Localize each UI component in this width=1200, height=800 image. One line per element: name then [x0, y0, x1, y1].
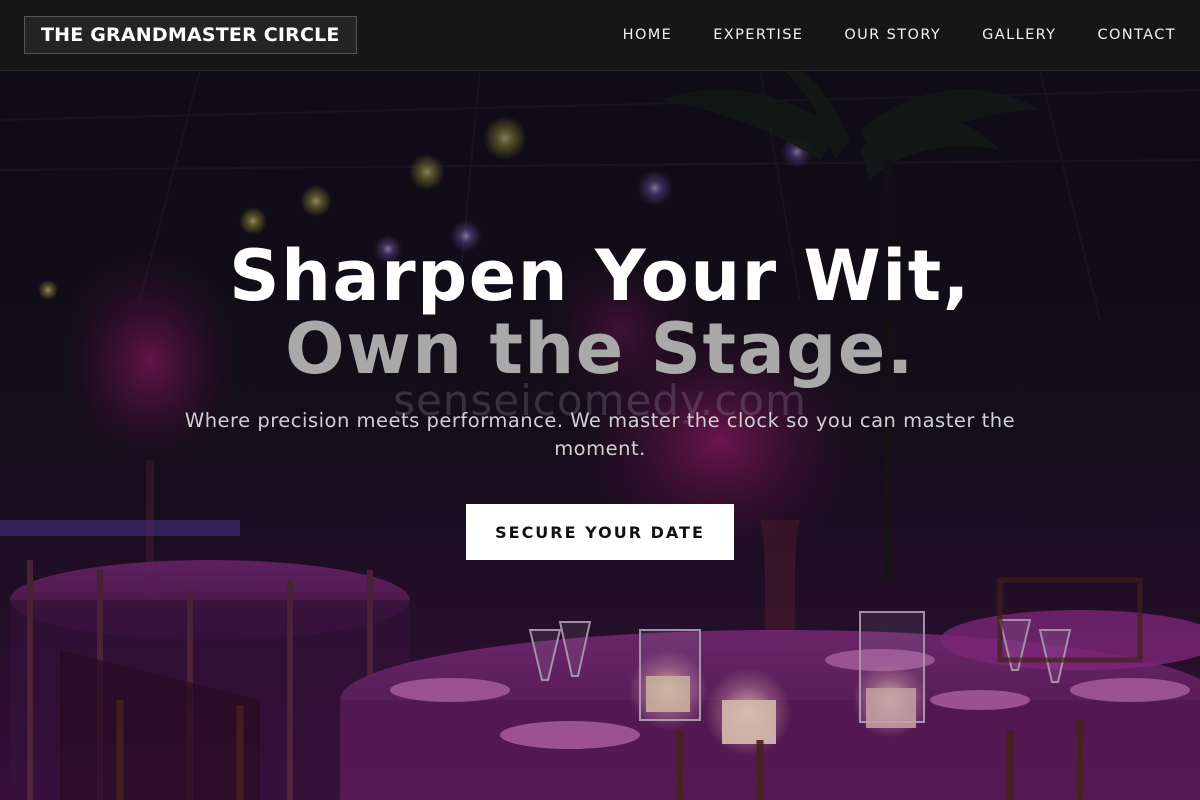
- hero-headline-line2: Own the Stage.: [285, 308, 915, 390]
- nav-link-expertise[interactable]: EXPERTISE: [713, 27, 803, 43]
- nav-link-gallery[interactable]: GALLERY: [982, 27, 1056, 43]
- top-navbar: THE GRANDMASTER CIRCLE HOME EXPERTISE OU…: [0, 0, 1200, 71]
- hero-tagline: Where precision meets performance. We ma…: [184, 409, 1016, 460]
- brand-logo[interactable]: THE GRANDMASTER CIRCLE: [24, 16, 357, 54]
- secure-date-button[interactable]: SECURE YOUR DATE: [466, 504, 734, 560]
- nav-link-contact[interactable]: CONTACT: [1097, 27, 1176, 43]
- nav-links: HOME EXPERTISE OUR STORY GALLERY CONTACT: [623, 27, 1176, 43]
- hero-section: senseicomedy.com Sharpen Your Wit, Own t…: [0, 71, 1200, 800]
- nav-link-home[interactable]: HOME: [623, 27, 673, 43]
- nav-link-our-story[interactable]: OUR STORY: [844, 27, 941, 43]
